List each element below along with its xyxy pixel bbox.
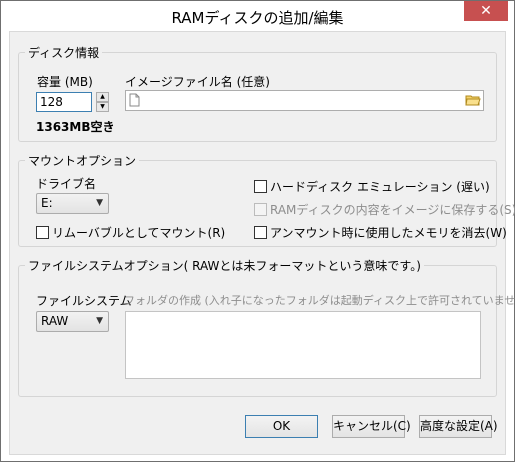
drive-select-value: E:	[41, 196, 53, 210]
hdd-emulation-checkbox[interactable]: ハードディスク エミュレーション (遅い)	[254, 178, 490, 195]
drive-label: ドライブ名	[36, 177, 97, 191]
capacity-label: 容量 (MB)	[37, 75, 93, 89]
checkbox-box[interactable]	[254, 180, 267, 193]
checkbox-box	[254, 203, 267, 216]
hdd-emulation-checkbox-label: ハードディスク エミュレーション (遅い)	[270, 180, 490, 194]
chevron-down-icon: ▼	[96, 198, 103, 208]
image-file-label: イメージファイル名 (任意)	[125, 75, 270, 89]
folder-create-textarea[interactable]	[125, 311, 481, 379]
dialog-client-area: ディスク情報 容量 (MB) 128 ▲ ▼ 1363MB空き イメージファイル…	[9, 31, 515, 455]
capacity-spinner[interactable]: ▲ ▼	[96, 92, 109, 112]
drive-select[interactable]: E: ▼	[36, 193, 109, 214]
cancel-button[interactable]: キャンセル(C)	[332, 415, 411, 438]
folder-browse-icon[interactable]	[465, 93, 481, 110]
spin-up-icon[interactable]: ▲	[96, 92, 109, 102]
fs-options-legend: ファイルシステムオプション( RAWとは未フォーマットという意味です。)	[28, 259, 421, 273]
checkbox-box[interactable]	[254, 226, 267, 239]
close-button[interactable]: ✕	[464, 1, 508, 21]
mount-options-legend: マウントオプション	[28, 154, 137, 168]
checkbox-box[interactable]	[36, 226, 49, 239]
dialog-title: RAMディスクの追加/編集	[171, 9, 344, 27]
image-file-input[interactable]	[125, 90, 484, 111]
removable-checkbox-label: リムーバブルとしてマウント(R)	[52, 226, 226, 240]
erase-on-unmount-checkbox[interactable]: アンマウント時に使用したメモリを消去(W)	[254, 224, 507, 241]
ok-button[interactable]: OK	[245, 415, 318, 438]
save-to-image-checkbox: RAMディスクの内容をイメージに保存する(S)	[254, 201, 515, 218]
save-to-image-checkbox-label: RAMディスクの内容をイメージに保存する(S)	[270, 203, 515, 217]
fs-select-value: RAW	[41, 314, 69, 328]
dialog-window: RAMディスクの追加/編集 ✕ ディスク情報 容量 (MB) 128 ▲ ▼ 1…	[0, 0, 515, 462]
erase-on-unmount-checkbox-label: アンマウント時に使用したメモリを消去(W)	[270, 226, 507, 240]
advanced-settings-button[interactable]: 高度な設定(A)	[419, 415, 498, 438]
chevron-down-icon: ▼	[96, 316, 103, 326]
folder-create-label: フォルダの作成 (入れ子になったフォルダは起動ディスク上で許可されていません)	[124, 294, 515, 307]
title-bar: RAMディスクの追加/編集 ✕	[1, 1, 514, 31]
fs-select[interactable]: RAW ▼	[36, 311, 109, 332]
spin-down-icon[interactable]: ▼	[96, 102, 109, 112]
file-icon	[129, 93, 140, 110]
free-space-text: 1363MB空き	[36, 120, 115, 134]
removable-checkbox[interactable]: リムーバブルとしてマウント(R)	[36, 224, 225, 241]
disk-info-legend: ディスク情報	[28, 46, 100, 60]
capacity-input[interactable]: 128	[36, 92, 92, 112]
fs-label: ファイルシステム	[36, 294, 132, 308]
